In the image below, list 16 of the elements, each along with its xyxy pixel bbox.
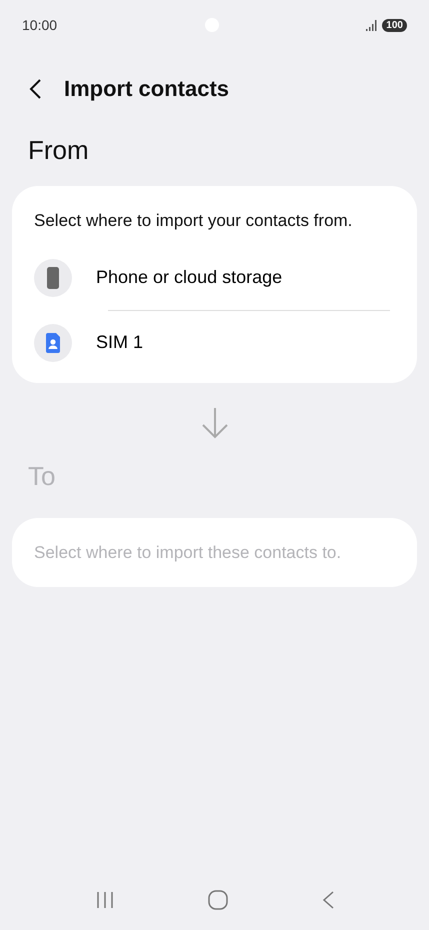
source-option[interactable]: Phone or cloud storage xyxy=(12,246,417,310)
contact-card-icon xyxy=(34,324,72,362)
recent-apps-button[interactable] xyxy=(94,891,114,909)
down-arrow-icon xyxy=(200,406,230,438)
instruction-text: Select where to import your contacts from. xyxy=(33,210,354,232)
section-heading: From xyxy=(28,134,90,167)
instruction-text: Select where to import these contacts to. xyxy=(33,542,342,564)
status-time: 10:00 xyxy=(22,16,58,34)
page-title: Import contacts xyxy=(64,75,230,103)
battery-level: 100 xyxy=(382,18,407,32)
back-button[interactable] xyxy=(28,78,42,100)
signal-icon xyxy=(366,20,378,30)
section-heading: To xyxy=(28,460,56,492)
source-option[interactable]: SIM 1 xyxy=(12,310,417,374)
phone-icon xyxy=(34,258,72,296)
home-button[interactable] xyxy=(208,890,228,910)
